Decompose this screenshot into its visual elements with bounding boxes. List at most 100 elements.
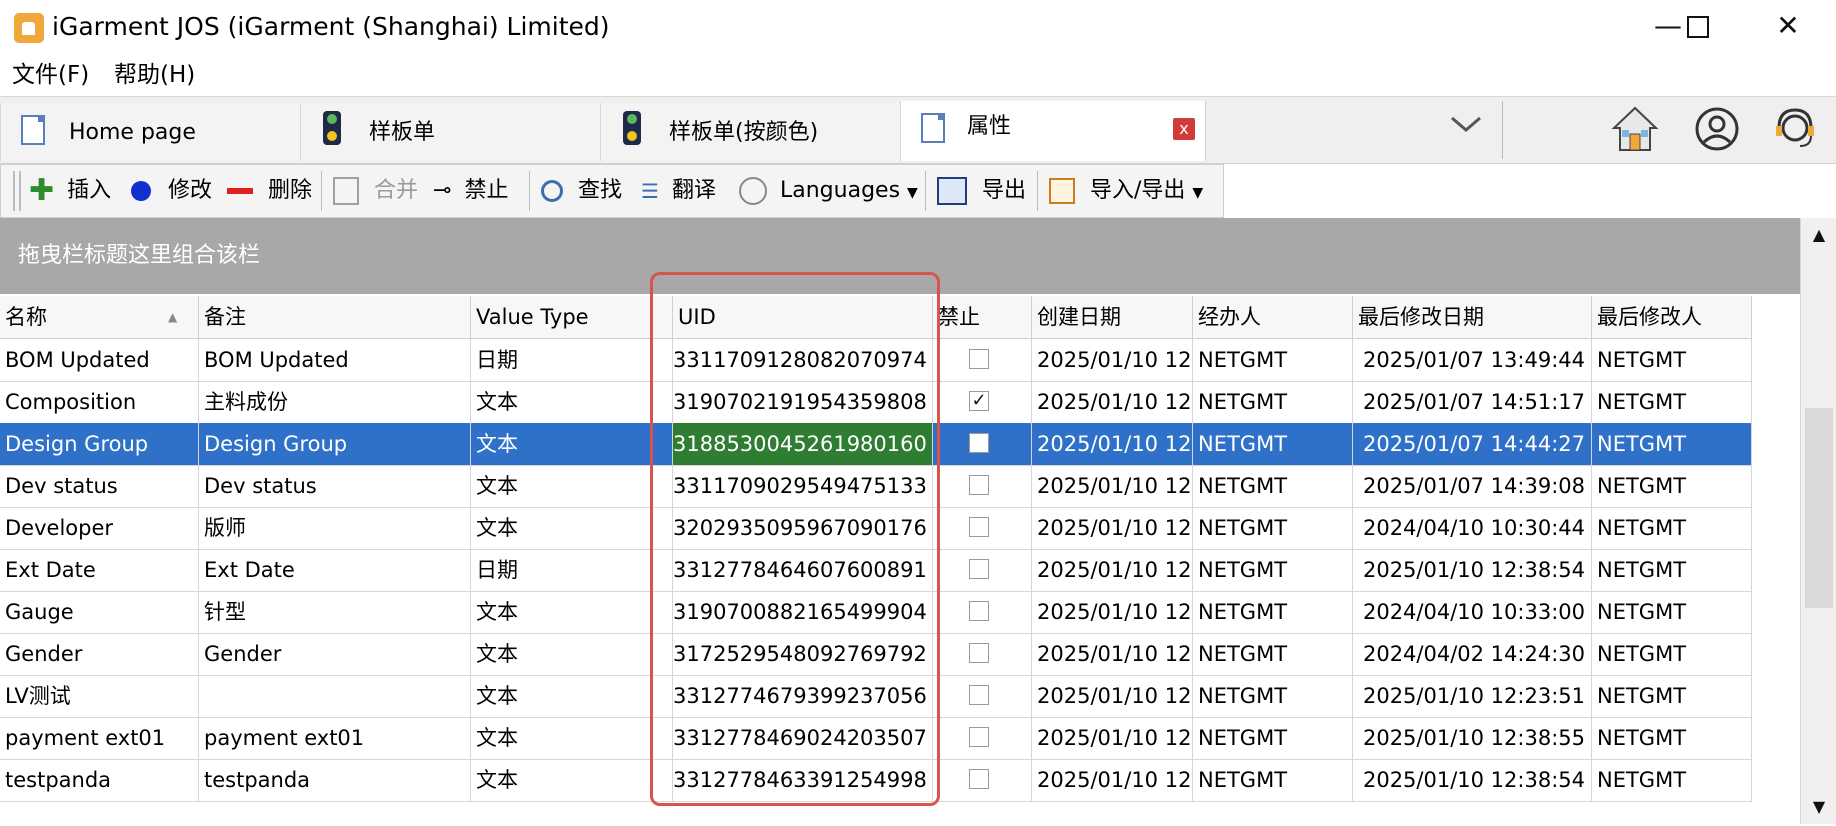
cell-modified-date[interactable]: 2025/01/07 13:49:44 bbox=[1353, 339, 1592, 381]
cell-created-date[interactable]: 2025/01/10 12: bbox=[1032, 675, 1193, 717]
table-row[interactable]: Developer 版师 文本 3202935095967090176 2025/01/… bbox=[0, 507, 1752, 550]
cell-created-date[interactable]: 2025/01/10 12: bbox=[1032, 465, 1193, 507]
cell-modified-date[interactable]: 2025/01/10 12:23:51 bbox=[1353, 675, 1592, 717]
cell-created-date[interactable]: 2025/01/10 12: bbox=[1032, 633, 1193, 675]
table-row[interactable]: Dev status Dev status 文本 331170902954947513… bbox=[0, 465, 1752, 508]
cell-value-type[interactable]: 文本 bbox=[471, 675, 673, 717]
disabled-checkbox[interactable] bbox=[969, 559, 989, 579]
cell-created-date[interactable]: 2025/01/10 12: bbox=[1032, 549, 1193, 591]
cell-uid[interactable]: 3312774679399237056 bbox=[673, 675, 933, 717]
cell-handler[interactable]: NETGMT bbox=[1193, 381, 1353, 423]
cell-note[interactable]: 版师 bbox=[199, 507, 471, 549]
cell-modifier[interactable]: NETGMT bbox=[1592, 507, 1752, 549]
cell-modified-date[interactable]: 2025/01/07 14:44:27 bbox=[1353, 423, 1592, 465]
scroll-down-icon[interactable]: ▼ bbox=[1801, 790, 1836, 824]
disabled-checkbox[interactable] bbox=[969, 769, 989, 789]
cell-name[interactable]: Ext Date bbox=[0, 549, 199, 591]
table-row[interactable]: Composition 主料成份 文本 3190702191954359808 ✓ 202… bbox=[0, 381, 1752, 424]
cell-note[interactable] bbox=[199, 675, 471, 717]
cell-modified-date[interactable]: 2025/01/10 12:38:55 bbox=[1353, 717, 1592, 759]
cell-note[interactable]: 主料成份 bbox=[199, 381, 471, 423]
cell-name[interactable]: Gender bbox=[0, 633, 199, 675]
cell-modified-date[interactable]: 2025/01/07 14:51:17 bbox=[1353, 381, 1592, 423]
scroll-up-icon[interactable]: ▲ bbox=[1801, 218, 1836, 252]
home-icon[interactable] bbox=[1610, 104, 1660, 154]
cell-modified-date[interactable]: 2024/04/02 14:24:30 bbox=[1353, 633, 1592, 675]
cell-name[interactable]: Design Group bbox=[0, 423, 199, 465]
cell-modified-date[interactable]: 2024/04/10 10:33:00 bbox=[1353, 591, 1592, 633]
cell-value-type[interactable]: 文本 bbox=[471, 591, 673, 633]
disabled-checkbox[interactable] bbox=[969, 601, 989, 621]
chevron-down-icon[interactable] bbox=[1448, 112, 1484, 143]
cell-modifier[interactable]: NETGMT bbox=[1592, 633, 1752, 675]
cell-created-date[interactable]: 2025/01/10 12: bbox=[1032, 591, 1193, 633]
cell-name[interactable]: Dev status bbox=[0, 465, 199, 507]
cell-note[interactable]: Gender bbox=[199, 633, 471, 675]
table-row[interactable]: payment ext01 payment ext01 文本 331277846902… bbox=[0, 717, 1752, 760]
menu-help[interactable]: 帮助(H) bbox=[114, 60, 195, 90]
cell-uid[interactable]: 3312778464607600891 bbox=[673, 549, 933, 591]
cell-uid[interactable]: 3188530045261980160 bbox=[673, 423, 933, 465]
cell-value-type[interactable]: 文本 bbox=[471, 381, 673, 423]
cell-created-date[interactable]: 2025/01/10 12: bbox=[1032, 381, 1193, 423]
column-header-value-type[interactable]: Value Type bbox=[471, 296, 673, 338]
cell-uid[interactable]: 3172529548092769792 bbox=[673, 633, 933, 675]
cell-note[interactable]: 针型 bbox=[199, 591, 471, 633]
disabled-checkbox[interactable]: ✓ bbox=[969, 391, 989, 411]
cell-value-type[interactable]: 文本 bbox=[471, 759, 673, 801]
column-header-disabled[interactable]: 禁止 bbox=[933, 296, 1032, 338]
cell-uid[interactable]: 3311709029549475133 bbox=[673, 465, 933, 507]
cell-handler[interactable]: NETGMT bbox=[1193, 591, 1353, 633]
delete-button[interactable]: 删除 bbox=[227, 175, 312, 207]
disabled-checkbox[interactable] bbox=[969, 349, 989, 369]
cell-note[interactable]: testpanda bbox=[199, 759, 471, 801]
column-header-handler[interactable]: 经办人 bbox=[1193, 296, 1353, 338]
languages-dropdown[interactable]: Languages ▼ bbox=[739, 175, 918, 207]
disabled-checkbox[interactable] bbox=[969, 727, 989, 747]
support-headset-icon[interactable] bbox=[1770, 104, 1820, 154]
import-export-dropdown[interactable]: 导入/导出 ▼ bbox=[1049, 175, 1203, 207]
cell-note[interactable]: payment ext01 bbox=[199, 717, 471, 759]
cell-name[interactable]: Developer bbox=[0, 507, 199, 549]
cell-disabled[interactable] bbox=[933, 339, 1032, 381]
cell-modifier[interactable]: NETGMT bbox=[1592, 465, 1752, 507]
cell-modifier[interactable]: NETGMT bbox=[1592, 549, 1752, 591]
cell-handler[interactable]: NETGMT bbox=[1193, 717, 1353, 759]
cell-note[interactable]: Design Group bbox=[199, 423, 471, 465]
cell-created-date[interactable]: 2025/01/10 12: bbox=[1032, 717, 1193, 759]
cell-uid[interactable]: 3190700882165499904 bbox=[673, 591, 933, 633]
cell-value-type[interactable]: 文本 bbox=[471, 423, 673, 465]
cell-value-type[interactable]: 日期 bbox=[471, 339, 673, 381]
column-header-name[interactable]: 名称 ▲ bbox=[0, 296, 199, 338]
cell-uid[interactable]: 3312778469024203507 bbox=[673, 717, 933, 759]
cell-modifier[interactable]: NETGMT bbox=[1592, 675, 1752, 717]
cell-handler[interactable]: NETGMT bbox=[1193, 507, 1353, 549]
disabled-checkbox[interactable] bbox=[969, 433, 989, 453]
cell-disabled[interactable] bbox=[933, 465, 1032, 507]
cell-disabled[interactable] bbox=[933, 675, 1032, 717]
cell-value-type[interactable]: 文本 bbox=[471, 717, 673, 759]
cell-handler[interactable]: NETGMT bbox=[1193, 633, 1353, 675]
cell-name[interactable]: payment ext01 bbox=[0, 717, 199, 759]
cell-handler[interactable]: NETGMT bbox=[1193, 675, 1353, 717]
cell-name[interactable]: BOM Updated bbox=[0, 339, 199, 381]
disabled-checkbox[interactable] bbox=[969, 475, 989, 495]
tab-close-icon[interactable]: x bbox=[1173, 118, 1195, 140]
cell-disabled[interactable] bbox=[933, 717, 1032, 759]
cell-modifier[interactable]: NETGMT bbox=[1592, 423, 1752, 465]
cell-note[interactable]: BOM Updated bbox=[199, 339, 471, 381]
group-by-panel[interactable]: 拖曳栏标题这里组合该栏 bbox=[0, 218, 1800, 294]
disabled-checkbox[interactable] bbox=[969, 685, 989, 705]
cell-handler[interactable]: NETGMT bbox=[1193, 759, 1353, 801]
table-row[interactable]: Ext Date Ext Date 日期 3312778464607600891 202… bbox=[0, 549, 1752, 592]
insert-button[interactable]: ✚ 插入 bbox=[29, 175, 111, 207]
cell-modifier[interactable]: NETGMT bbox=[1592, 717, 1752, 759]
tab-sample-order-by-color[interactable]: 样板单(按颜色) bbox=[600, 103, 902, 161]
cell-uid[interactable]: 3190702191954359808 bbox=[673, 381, 933, 423]
cell-disabled[interactable] bbox=[933, 549, 1032, 591]
cell-handler[interactable]: NETGMT bbox=[1193, 465, 1353, 507]
disable-button[interactable]: ⊸ 禁止 bbox=[433, 175, 508, 207]
cell-name[interactable]: Composition bbox=[0, 381, 199, 423]
cell-note[interactable]: Ext Date bbox=[199, 549, 471, 591]
table-row[interactable]: Design Group Design Group 文本 31885300452619… bbox=[0, 423, 1752, 466]
